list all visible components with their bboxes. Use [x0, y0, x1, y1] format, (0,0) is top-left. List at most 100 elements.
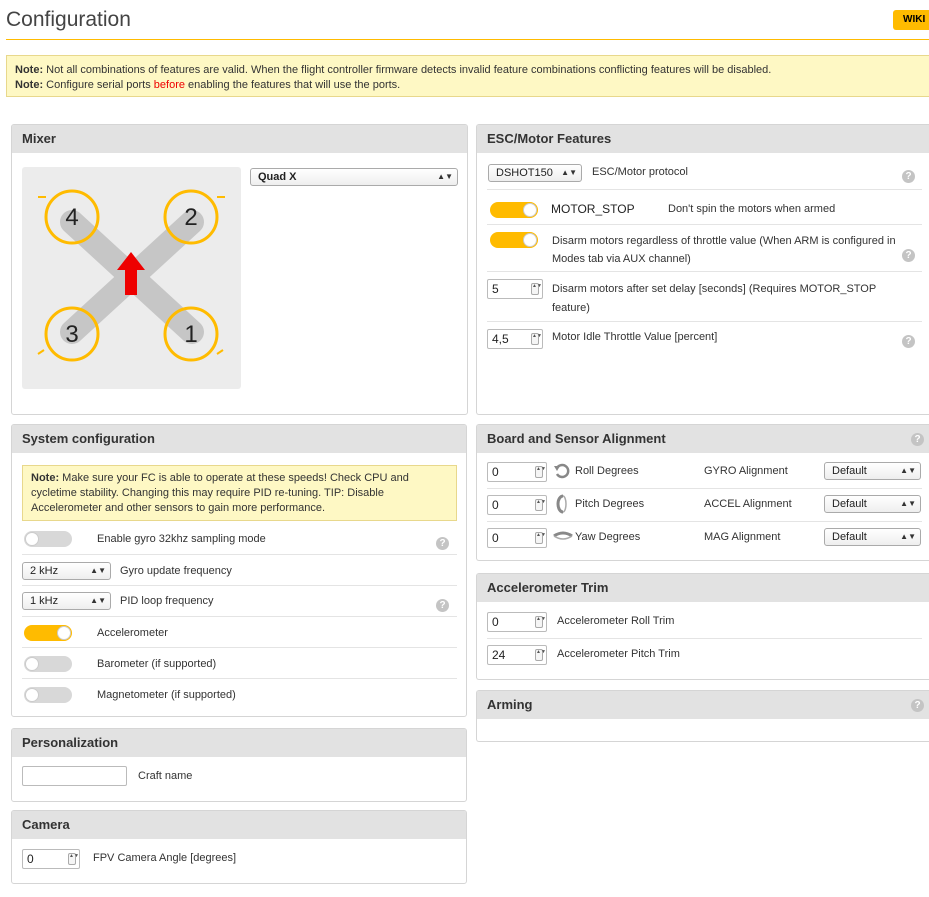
divider [487, 189, 922, 190]
gyro-alignment-label: GYRO Alignment [704, 465, 788, 477]
gyro32-toggle[interactable] [24, 531, 72, 547]
title-divider [6, 39, 929, 40]
arming-panel: Arming ? [476, 690, 929, 742]
motor-stop-name: MOTOR_STOP [551, 202, 635, 216]
spinner-icon[interactable]: ▲▼ [68, 853, 79, 865]
spinner-icon[interactable]: ▲▼ [535, 466, 546, 478]
pitch-degrees-input[interactable]: 0 ▲▼ [487, 495, 547, 515]
motor-4-label: 4 [65, 204, 78, 231]
note-text: Not all combinations of features are val… [43, 64, 772, 76]
yaw-degrees-label: Yaw Degrees [575, 531, 641, 543]
accel-alignment-value: Default [832, 498, 867, 510]
divider [487, 521, 922, 522]
craft-name-input[interactable] [22, 766, 127, 786]
help-icon[interactable]: ? [902, 170, 915, 183]
spinner-icon[interactable]: ▲▼ [535, 499, 546, 511]
spinner-icon[interactable]: ▲▼ [535, 649, 546, 661]
mixer-preview: 4 2 3 1 [22, 167, 241, 389]
toggle-knob [25, 657, 39, 671]
gyro-freq-select[interactable]: 2 kHz ▲▼ [22, 562, 111, 580]
magnetometer-toggle[interactable] [24, 687, 72, 703]
divider [22, 554, 457, 555]
idle-throttle-value: 4,5 [492, 332, 509, 346]
help-icon[interactable]: ? [436, 599, 449, 612]
select-arrow-icon: ▲▼ [90, 596, 106, 605]
disarm-toggle[interactable] [490, 232, 538, 248]
pitch-degrees-label: Pitch Degrees [575, 498, 645, 510]
help-icon[interactable]: ? [911, 433, 924, 446]
divider [22, 647, 457, 648]
motor-3-label: 3 [65, 321, 78, 348]
accel-alignment-select[interactable]: Default ▲▼ [824, 495, 921, 513]
disarm-delay-input[interactable]: 5 ▲▼ [487, 279, 543, 299]
panel-title: Board and Sensor Alignment [487, 431, 666, 446]
quad-x-diagram: 4 2 3 1 [37, 189, 225, 362]
panel-header: ESC/Motor Features [477, 125, 929, 153]
help-icon[interactable]: ? [911, 699, 924, 712]
help-icon[interactable]: ? [902, 335, 915, 348]
idle-throttle-label: Motor Idle Throttle Value [percent] [552, 331, 718, 343]
roll-icon [554, 463, 570, 479]
page-title: Configuration [6, 8, 131, 31]
fpv-camera-angle-value: 0 [27, 852, 34, 866]
accelerometer-toggle[interactable] [24, 625, 72, 641]
esc-protocol-select[interactable]: DSHOT150 ▲▼ [488, 164, 582, 182]
fpv-camera-angle-input[interactable]: 0 ▲▼ [22, 849, 80, 869]
divider [487, 488, 922, 489]
help-icon[interactable]: ? [436, 537, 449, 550]
panel-title: System configuration [22, 431, 155, 446]
pitch-icon [556, 494, 567, 514]
motor-stop-toggle[interactable] [490, 202, 538, 218]
accel-roll-trim-input[interactable]: 0 ▲▼ [487, 612, 547, 632]
esc-protocol-value: DSHOT150 [496, 167, 553, 179]
note-text: Make sure your FC is able to operate at … [31, 472, 409, 514]
gyro-alignment-value: Default [832, 465, 867, 477]
gyro-freq-value: 2 kHz [30, 565, 59, 577]
pid-freq-select[interactable]: 1 kHz ▲▼ [22, 592, 111, 610]
barometer-toggle[interactable] [24, 656, 72, 672]
roll-degrees-value: 0 [492, 465, 499, 479]
accel-pitch-trim-input[interactable]: 24 ▲▼ [487, 645, 547, 665]
disarm-delay-label: Disarm motors after set delay [seconds] … [552, 283, 877, 314]
spinner-icon[interactable]: ▲▼ [531, 283, 542, 295]
mixer-select[interactable]: Quad X ▲▼ [250, 168, 458, 186]
select-arrow-icon: ▲▼ [437, 172, 453, 181]
magnetometer-label: Magnetometer (if supported) [97, 689, 236, 701]
idle-throttle-input[interactable]: 4,5 ▲▼ [487, 329, 543, 349]
accel-pitch-trim-value: 24 [492, 648, 506, 662]
spinner-icon[interactable]: ▲▼ [531, 333, 542, 345]
select-arrow-icon: ▲▼ [900, 499, 916, 508]
panel-header: Arming ? [477, 691, 929, 719]
accel-roll-trim-value: 0 [492, 615, 499, 629]
divider [22, 585, 457, 586]
board-alignment-panel: Board and Sensor Alignment ? 0 ▲▼ Roll D… [476, 424, 929, 561]
note-highlight: before [153, 79, 185, 91]
esc-motor-panel: ESC/Motor Features DSHOT150 ▲▼ ESC/Motor… [476, 124, 929, 415]
yaw-degrees-value: 0 [492, 531, 499, 545]
divider [487, 321, 922, 322]
barometer-label: Barometer (if supported) [97, 658, 217, 670]
gyro32-label: Enable gyro 32khz sampling mode [97, 533, 266, 545]
craft-name-label: Craft name [138, 770, 193, 782]
gyro-alignment-select[interactable]: Default ▲▼ [824, 462, 921, 480]
panel-header: Accelerometer Trim [477, 574, 929, 602]
spinner-icon[interactable]: ▲▼ [535, 616, 546, 628]
select-arrow-icon: ▲▼ [900, 532, 916, 541]
wiki-button[interactable]: WIKI [893, 10, 929, 30]
panel-header: Board and Sensor Alignment ? [477, 425, 929, 453]
spinner-icon[interactable]: ▲▼ [535, 532, 546, 544]
toggle-knob [523, 203, 537, 217]
toggle-knob [57, 626, 71, 640]
yaw-degrees-input[interactable]: 0 ▲▼ [487, 528, 547, 548]
roll-degrees-input[interactable]: 0 ▲▼ [487, 462, 547, 482]
note-prefix: Note: [31, 472, 60, 484]
pitch-degrees-value: 0 [492, 498, 499, 512]
mag-alignment-select[interactable]: Default ▲▼ [824, 528, 921, 546]
system-config-panel: System configuration Note: Make sure you… [11, 424, 467, 717]
select-arrow-icon: ▲▼ [900, 466, 916, 475]
select-arrow-icon: ▲▼ [90, 566, 106, 575]
help-icon[interactable]: ? [902, 249, 915, 262]
mixer-select-value: Quad X [258, 171, 297, 183]
panel-header: System configuration [12, 425, 466, 453]
gyro-freq-label: Gyro update frequency [120, 565, 232, 577]
